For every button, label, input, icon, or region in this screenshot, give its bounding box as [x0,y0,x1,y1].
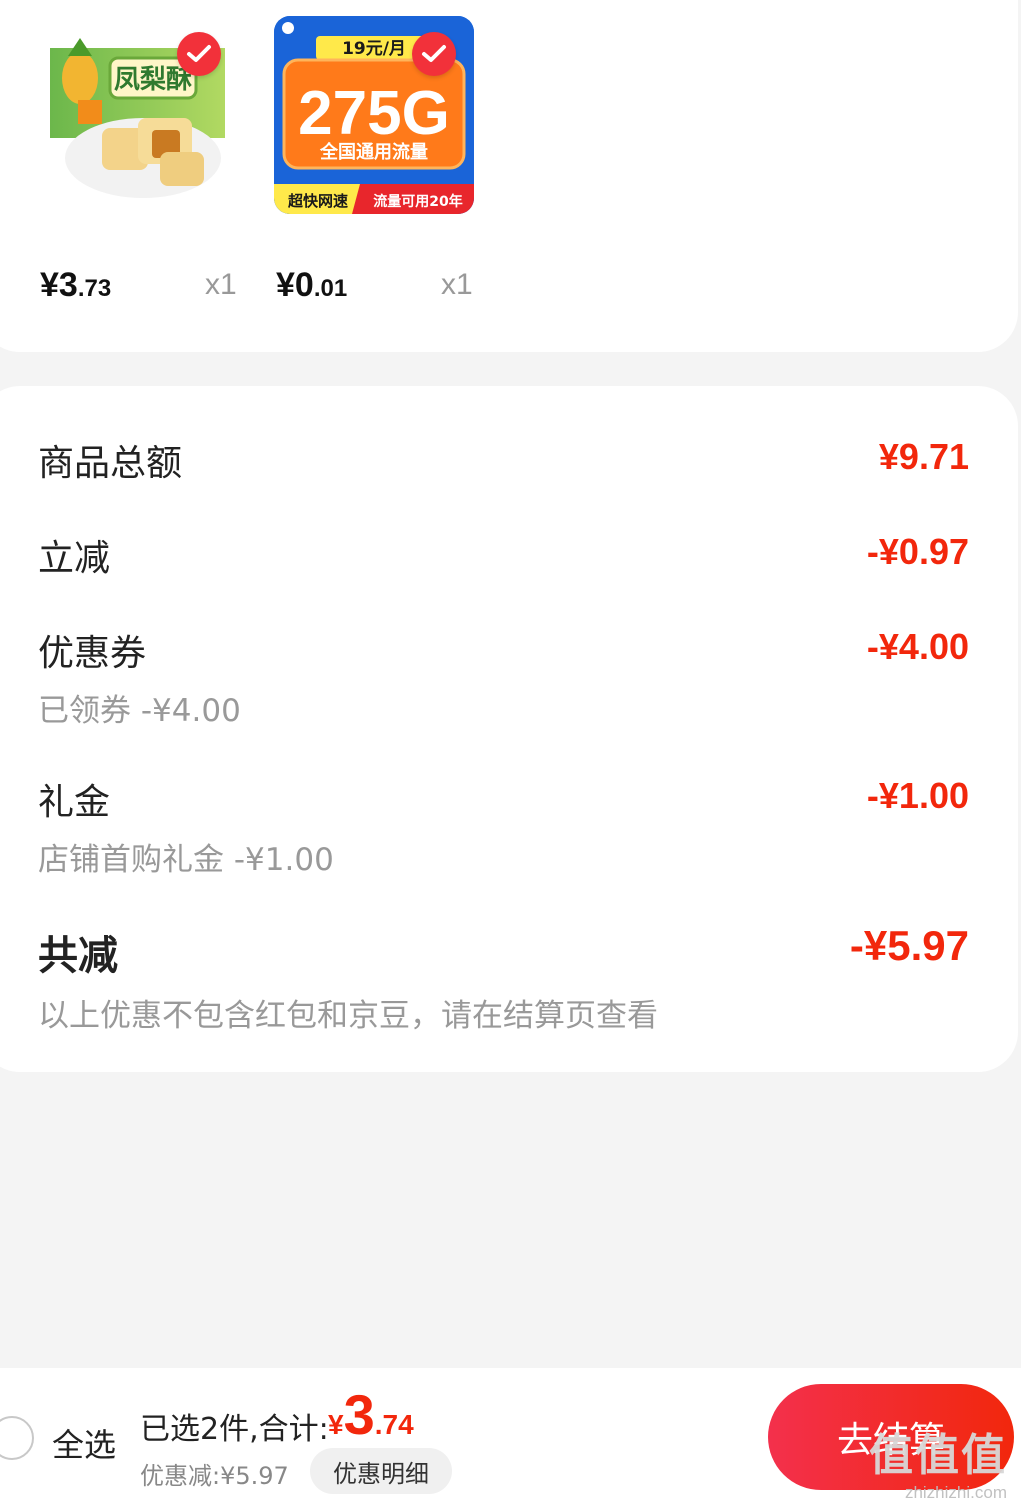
total-integer: 3 [343,1383,375,1446]
instant-cut-value: -¥0.97 [866,531,969,572]
check-icon [187,45,211,62]
product-selected-check[interactable] [177,32,221,76]
gift-value: -¥1.00 [866,775,969,816]
plan-right-tag: 流量可用20年 [373,193,462,210]
plan-left-tag: 超快网速 [287,192,348,210]
watermark-logo: 值值值 [869,1430,1007,1481]
price-decimal: .73 [77,275,112,302]
goods-total-label: 商品总额 [38,443,183,484]
product-quantity: x1 [441,268,473,301]
coupon-sub-text: 已领券 -¥4.00 [38,693,241,729]
product-price: ¥0.01 [276,266,347,305]
checkout-bar: 全选 已选2件,合计: ¥3.74 优惠减:¥5.97 优惠明细 去结算 [0,1368,1021,1511]
site-watermark: 值值值 zhizhizhi.com [869,1419,1007,1503]
svg-text:凤梨酥: 凤梨酥 [114,65,192,95]
price-integer: ¥0 [276,266,314,304]
total-cut-label: 共减 [38,933,118,979]
price-decimal: .01 [313,275,348,302]
selected-count-text: 已选2件,合计: [140,1412,329,1447]
total-amount: ¥3.74 [328,1382,414,1447]
product-quantity: x1 [205,268,237,301]
discount-note: 以上优惠不包含红包和京豆，请在结算页查看 [38,998,658,1034]
watermark-url: zhizhizhi.com [904,1483,1007,1502]
check-icon [422,45,446,62]
plan-headline: 275G [298,79,450,148]
goods-total-value: ¥9.71 [878,436,969,477]
gift-label: 礼金 [38,782,111,823]
coupon-value: -¥4.00 [866,626,969,667]
discount-amount-text: 优惠减:¥5.97 [140,1462,289,1490]
select-all-label[interactable]: 全选 [52,1420,116,1466]
coupon-label: 优惠券 [38,633,147,674]
plan-monthly-text: 19元/月 [342,39,406,59]
total-currency: ¥ [328,1409,344,1440]
product-selected-check[interactable] [412,32,456,76]
product-price: ¥3.73 [40,266,111,305]
gift-sub-text: 店铺首购礼金 -¥1.00 [38,842,334,878]
plan-subline: 全国通用流量 [319,141,428,163]
discount-detail-button[interactable]: 优惠明细 [310,1448,452,1494]
price-integer: ¥3 [40,266,78,304]
instant-cut-label: 立减 [38,538,111,579]
total-decimal: .74 [374,1409,414,1440]
total-cut-value: -¥5.97 [849,922,969,969]
select-all-radio[interactable] [0,1416,34,1460]
